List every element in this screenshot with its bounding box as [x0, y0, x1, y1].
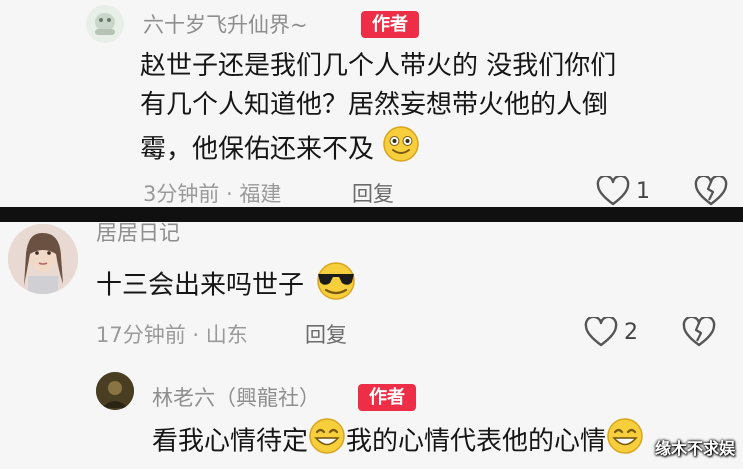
broken-heart-icon — [694, 176, 728, 206]
comment-text: 十三会出来吗世子 — [96, 260, 360, 312]
ghost-avatar-icon — [86, 5, 124, 43]
like-count: 1 — [636, 178, 650, 204]
comment-text: 看我心情待定 我的心情代表他的心情 — [152, 417, 644, 467]
reply-button[interactable]: 回复 — [352, 178, 394, 207]
watermark: 缘木不求娱 — [654, 439, 735, 458]
comment-text: 赵世子还是我们几个人带火的 没我们你们 有几个人知道他？居然妄想带火他的人倒 霉… — [140, 47, 730, 175]
avatar[interactable] — [96, 372, 134, 410]
portrait-avatar-icon — [8, 224, 78, 294]
avatar[interactable] — [8, 224, 78, 294]
comment-panel-2: 居居日记 十三会出来吗世子 17分钟前 · 山东 回复 2 林老六（興龍社） 作… — [0, 222, 743, 469]
comment-meta: 3分钟前 · 福建 — [143, 182, 282, 206]
comment-meta: 17分钟前 · 山东 — [96, 323, 248, 347]
grin-emoji-icon — [606, 417, 644, 467]
smile-emoji-icon — [382, 125, 420, 175]
comment-text-content: 十三会出来吗世子 — [96, 270, 305, 301]
sunglasses-emoji-icon — [312, 260, 360, 312]
comment-username[interactable]: 居居日记 — [96, 222, 180, 247]
dislike-button[interactable] — [694, 176, 728, 206]
comment-panel-1: 六十岁飞升仙界~ 作者 赵世子还是我们几个人带火的 没我们你们 有几个人知道他？… — [0, 0, 743, 207]
reply-button[interactable]: 回复 — [305, 319, 347, 349]
avatar[interactable] — [86, 5, 124, 43]
like-button[interactable]: 1 — [596, 176, 650, 206]
frame-divider — [0, 207, 743, 222]
author-badge: 作者 — [358, 384, 416, 411]
comment-username[interactable]: 六十岁飞升仙界~ — [143, 9, 308, 39]
like-button[interactable]: 2 — [584, 317, 638, 347]
dislike-button[interactable] — [682, 317, 716, 347]
author-badge: 作者 — [361, 11, 419, 38]
comment-text-line: 霉，他保佑还来不及 — [140, 125, 730, 175]
comment-text-line: 有几个人知道他？居然妄想带火他的人倒 — [140, 90, 609, 120]
grin-emoji-icon — [308, 417, 346, 467]
comment-text-content: 我的心情代表他的心情 — [346, 426, 607, 457]
heart-icon — [584, 317, 618, 347]
comment-text-content: 看我心情待定 — [152, 426, 309, 457]
comment-text-line: 赵世子还是我们几个人带火的 没我们你们 — [140, 51, 617, 81]
comment-username[interactable]: 林老六（興龍社） — [152, 382, 320, 412]
like-count: 2 — [624, 319, 638, 345]
heart-icon — [596, 176, 630, 206]
dark-avatar-icon — [96, 372, 134, 410]
broken-heart-icon — [682, 317, 716, 347]
comment-text-line-content: 霉，他保佑还来不及 — [140, 134, 375, 165]
